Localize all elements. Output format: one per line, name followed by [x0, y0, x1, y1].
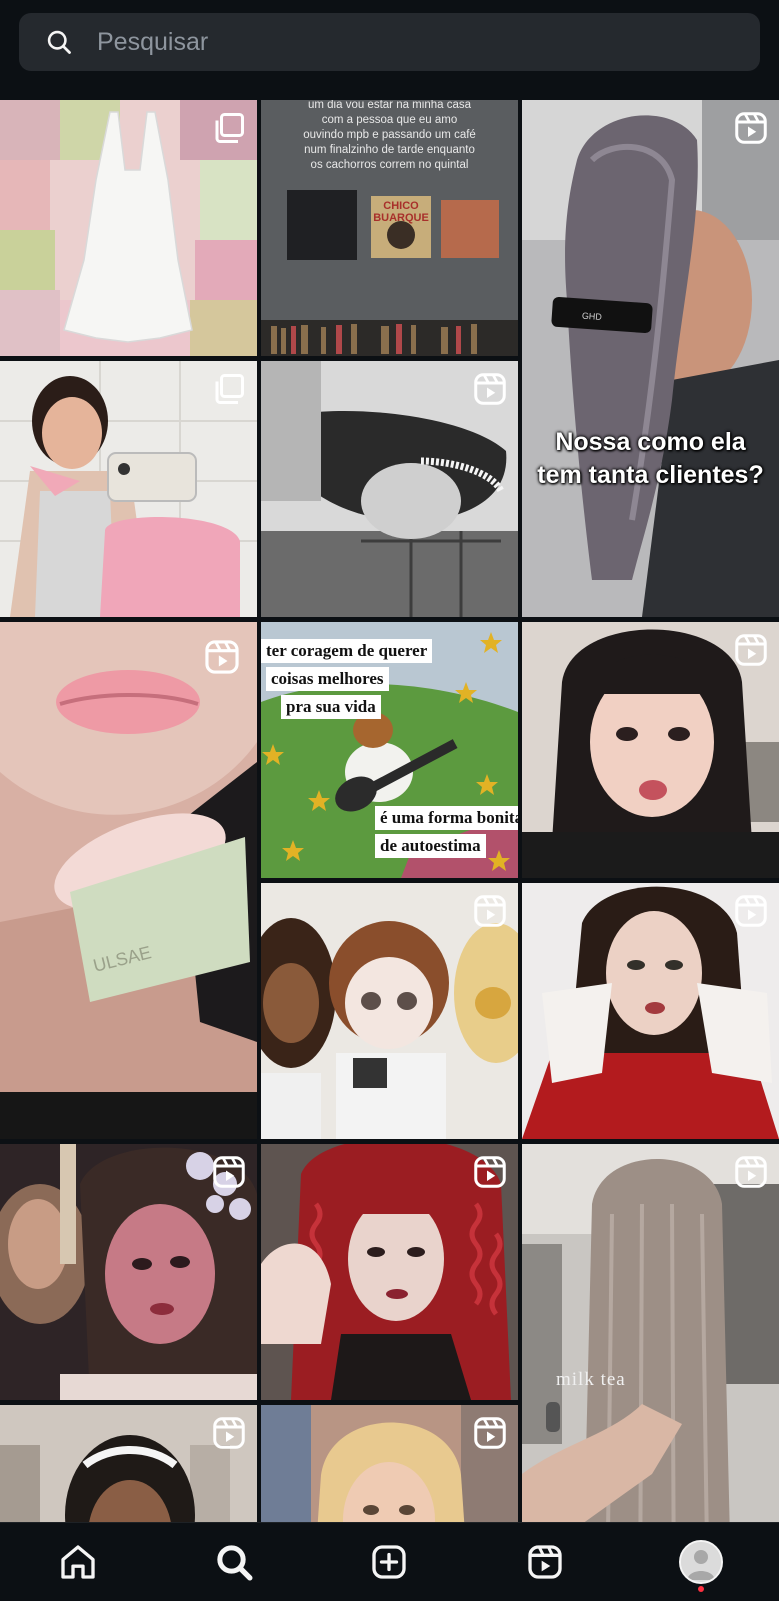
grid-post-red-curls[interactable] [261, 1144, 518, 1400]
nav-search[interactable] [210, 1538, 258, 1586]
explore-grid: um dia vou estar na minha casa com a pes… [0, 100, 779, 1522]
nav-home[interactable] [54, 1538, 102, 1586]
search-header [0, 0, 779, 100]
reel-icon [735, 634, 767, 666]
reel-icon [474, 895, 506, 927]
search-icon [217, 1545, 253, 1581]
meme-text-line-5: de autoestima [375, 834, 486, 858]
grid-post-records[interactable]: um dia vou estar na minha casa com a pes… [261, 100, 518, 356]
reel-icon [474, 373, 506, 405]
meme-text-line-2: coisas melhores [266, 667, 389, 691]
reels-icon [528, 1545, 562, 1579]
grid-post-mirror-selfie[interactable] [0, 361, 257, 617]
notification-dot [698, 1586, 705, 1592]
post-image [522, 1144, 779, 1522]
reel-icon [474, 1417, 506, 1449]
grid-post-beagle-meme[interactable]: ter coragem de querer coisas melhores pr… [261, 622, 518, 878]
reel-icon [474, 1156, 506, 1188]
grid-post-flower-crown[interactable] [0, 1144, 257, 1400]
reel-overlay-text: Nossa como ela tem tanta clientes? [537, 428, 764, 489]
post-image: ULSAE [0, 622, 257, 1139]
meme-text-line-4: é uma forma bonita [375, 806, 518, 830]
bottom-nav-bar [0, 1522, 779, 1601]
grid-post-milk-tea-hair[interactable]: milk tea [522, 1144, 779, 1522]
create-icon [372, 1545, 407, 1579]
search-icon [47, 30, 71, 54]
grid-post-hair-straightening[interactable]: GHD Nossa como ela tem tanta clientes? [522, 100, 779, 617]
grid-post-gloves-portrait[interactable] [522, 883, 779, 1139]
album-title-text: CHICO BUARQUE [373, 200, 429, 224]
nav-reels[interactable] [521, 1538, 569, 1586]
search-input[interactable] [95, 26, 659, 58]
reel-icon [205, 640, 239, 674]
home-icon [61, 1545, 95, 1579]
reel-icon [213, 1156, 245, 1188]
reel-overlay-text: milk tea [556, 1369, 626, 1390]
default-avatar-icon [681, 1542, 722, 1582]
grid-post-blonde[interactable] [261, 1405, 518, 1522]
avatar [679, 1540, 724, 1584]
carousel-icon [215, 374, 244, 404]
reel-icon [735, 1156, 767, 1188]
nav-profile[interactable] [677, 1538, 725, 1592]
grid-post-dolls[interactable] [261, 883, 518, 1139]
reel-icon [735, 895, 767, 927]
search-bar[interactable] [19, 13, 760, 71]
meme-text-line-3: pra sua vida [281, 695, 381, 719]
grid-post-bangs-portrait[interactable] [522, 622, 779, 878]
grid-post-bw-portrait[interactable] [261, 361, 518, 617]
svg-text:GHD: GHD [582, 311, 603, 322]
grid-post-headband[interactable] [0, 1405, 257, 1522]
nav-create[interactable] [365, 1538, 413, 1586]
reel-icon [735, 112, 767, 144]
post-image: GHD [522, 100, 779, 617]
grid-post-dress[interactable] [0, 100, 257, 356]
meme-text-line-1: ter coragem de querer [261, 639, 433, 663]
reel-icon [213, 1417, 245, 1449]
post-caption-text: um dia vou estar na minha casa com a pes… [303, 100, 476, 171]
grid-post-lip-balm[interactable]: ULSAE [0, 622, 257, 1139]
carousel-icon [215, 113, 244, 143]
